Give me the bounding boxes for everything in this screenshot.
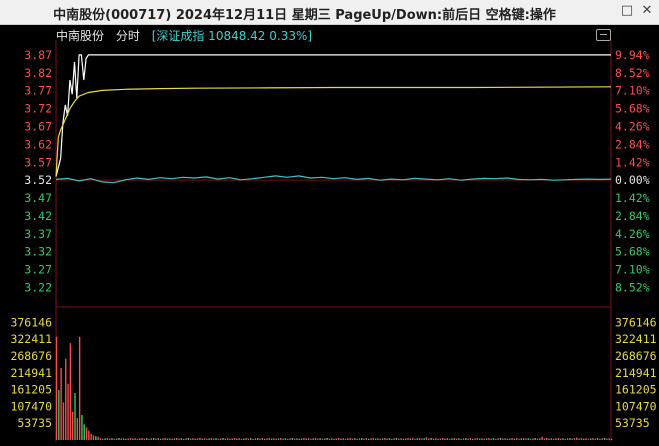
percent-tick-label: 1.42% (615, 191, 650, 205)
percent-tick-label: 5.68% (615, 245, 650, 259)
volume-tick-label: 376146 (10, 315, 52, 329)
volume-tick-label-right: 268676 (615, 349, 657, 363)
percent-tick-label: 8.52% (615, 66, 650, 80)
percent-tick-label: 4.26% (615, 227, 650, 241)
percent-tick-label: 7.10% (615, 84, 650, 98)
intraday-chart: 3.87 9.94% 3.82 8.52% 3.77 7.10% 3.72 5.68% 3.67… (10, 40, 657, 442)
volume-tick-label: 322411 (10, 332, 52, 346)
volume-tick-label-right: 107470 (615, 399, 657, 413)
series-price-line (55, 54, 611, 177)
price-tick-label: 3.52 (24, 173, 52, 187)
price-tick-label: 3.27 (24, 263, 52, 277)
price-tick-label: 3.72 (24, 102, 52, 116)
percent-tick-label: 8.52% (615, 280, 650, 294)
percent-tick-label: 0.00% (615, 173, 650, 187)
app-window: 中南股份(000717) 2024年12月11日 星期三 PageUp/Down… (0, 0, 659, 446)
price-tick-label: 3.47 (24, 191, 52, 205)
series-index-line (55, 175, 612, 184)
percent-tick-label: 4.26% (615, 119, 650, 133)
price-tick-label: 3.82 (24, 66, 52, 80)
volume-tick-label-right: 214941 (615, 366, 657, 380)
percent-tick-label: 7.10% (615, 263, 650, 277)
price-tick-label: 3.37 (24, 227, 52, 241)
volume-tick-label-right: 161205 (615, 383, 657, 397)
percent-tick-label: 2.84% (615, 137, 650, 151)
price-tick-label: 3.42 (24, 209, 52, 223)
percent-tick-label: 1.42% (615, 155, 650, 169)
price-tick-label: 3.32 (24, 245, 52, 259)
percent-tick-label: 9.94% (615, 48, 650, 62)
volume-tick-label-right: 53735 (615, 416, 650, 430)
price-tick-label: 3.22 (24, 280, 52, 294)
price-tick-label: 3.77 (24, 84, 52, 98)
volume-tick-label: 161205 (10, 383, 52, 397)
percent-tick-label: 2.84% (615, 209, 650, 223)
price-tick-label: 3.57 (24, 155, 52, 169)
volume-tick-label-right: 376146 (615, 315, 657, 329)
price-tick-label: 3.67 (24, 119, 52, 133)
volume-tick-label: 53735 (17, 416, 52, 430)
volume-tick-label-right: 322411 (615, 332, 657, 346)
volume-tick-label: 214941 (10, 366, 52, 380)
price-tick-label: 3.62 (24, 137, 52, 151)
percent-tick-label: 5.68% (615, 102, 650, 116)
series-avg-line (55, 86, 612, 177)
volume-tick-label: 107470 (10, 399, 52, 413)
price-tick-label: 3.87 (24, 48, 52, 62)
volume-tick-label: 268676 (10, 349, 52, 363)
